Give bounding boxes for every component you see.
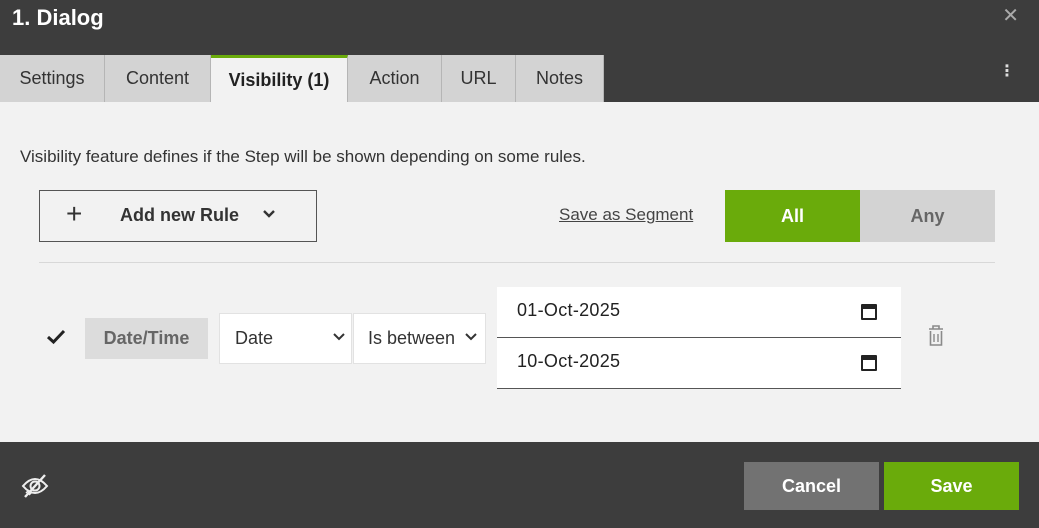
save-as-segment-link[interactable]: Save as Segment (559, 205, 693, 225)
trash-icon[interactable] (926, 324, 946, 348)
divider (39, 262, 995, 263)
checkmark-icon[interactable] (46, 326, 66, 350)
add-rule-button[interactable]: + Add new Rule (39, 190, 317, 242)
tab-visibility[interactable]: Visibility (1) (211, 55, 348, 102)
tab-settings[interactable]: Settings (0, 55, 105, 102)
tab-action[interactable]: Action (348, 55, 442, 102)
tab-content[interactable]: Content (105, 55, 211, 102)
chevron-down-icon (262, 206, 276, 222)
field-select[interactable]: Date (219, 313, 352, 364)
operator-select[interactable]: Is between (353, 313, 486, 364)
visibility-description: Visibility feature defines if the Step w… (20, 147, 586, 166)
tab-notes[interactable]: Notes (516, 55, 604, 102)
rule-category-chip: Date/Time (85, 318, 208, 359)
end-date-value: 10-Oct-2025 (517, 351, 621, 371)
save-button[interactable]: Save (884, 462, 1019, 510)
close-icon[interactable]: ✕ (1002, 6, 1019, 26)
plus-icon: + (66, 198, 83, 229)
field-select-value: Date (235, 328, 274, 348)
tab-bar: Settings Content Visibility (1) Action U… (0, 55, 604, 102)
tab-url[interactable]: URL (442, 55, 516, 102)
eye-off-icon[interactable] (20, 473, 50, 499)
dialog-footer: Cancel Save (0, 442, 1039, 528)
match-all-toggle[interactable]: All (725, 190, 860, 242)
add-rule-label: Add new Rule (120, 205, 240, 225)
start-date-value: 01-Oct-2025 (517, 300, 621, 320)
end-date-input[interactable]: 10-Oct-2025 (497, 338, 901, 389)
cancel-button[interactable]: Cancel (744, 462, 879, 510)
start-date-input[interactable]: 01-Oct-2025 (497, 287, 901, 338)
operator-select-value: Is between (368, 328, 456, 348)
match-any-toggle[interactable]: Any (860, 190, 995, 242)
dialog-header: 1. Dialog ✕ ⋮ Settings Content Visibilit… (0, 0, 1039, 102)
calendar-icon[interactable] (861, 355, 877, 371)
dialog-title: 1. Dialog (12, 5, 104, 30)
chevron-down-icon (464, 329, 478, 345)
calendar-icon[interactable] (861, 304, 877, 320)
more-vertical-icon[interactable]: ⋮ (999, 64, 1015, 80)
chevron-down-icon (332, 329, 346, 345)
